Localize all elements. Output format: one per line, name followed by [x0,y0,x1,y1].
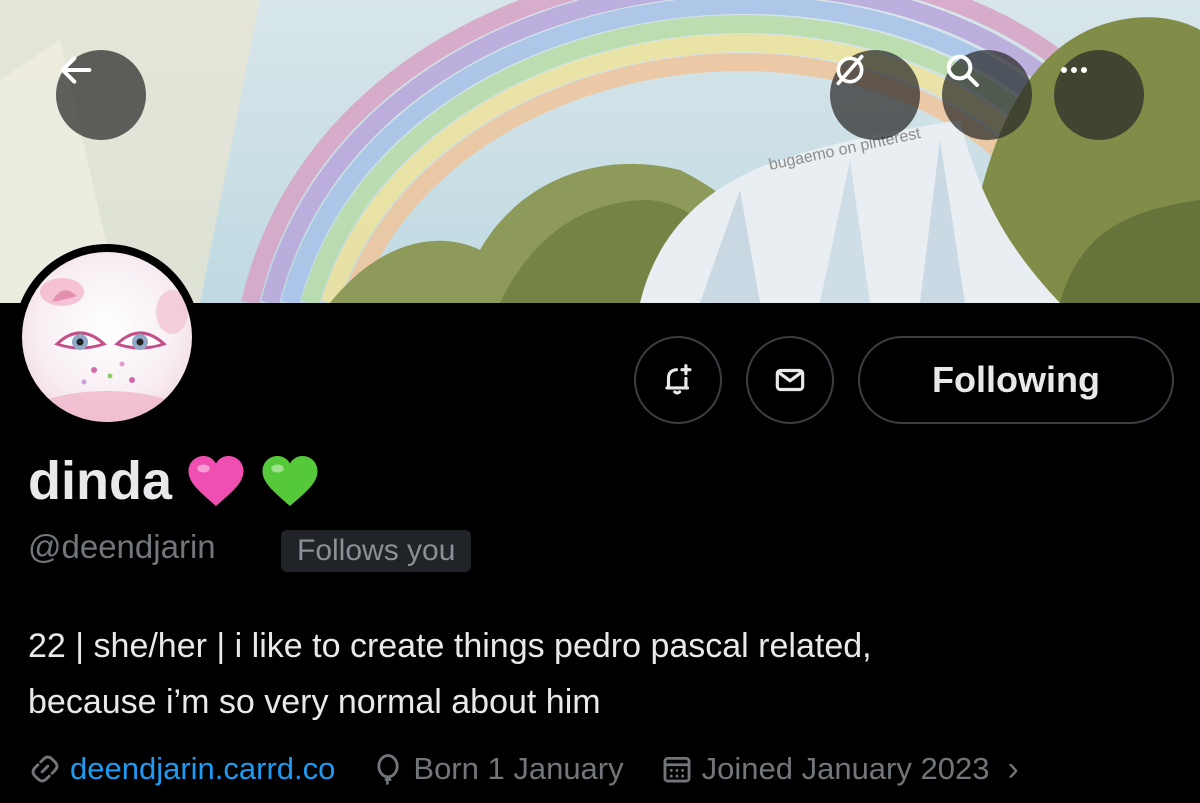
balloon-icon [377,754,400,786]
notify-button[interactable] [634,336,722,424]
bio-line: 22 | she/her | i like to create things p… [28,627,872,665]
birthday-item: Born 1 January [371,751,624,787]
avatar-image [22,252,192,422]
joined-text: Joined January 2023 [701,751,990,786]
user-handle: @deendjarin [28,528,216,565]
following-button[interactable]: Following [858,336,1174,424]
bell-plus-icon [665,364,692,395]
bio: 22 | she/her | i like to create things p… [28,618,1168,730]
arrow-left-icon [60,56,92,84]
chevron-right-icon: › [1007,749,1019,788]
translate-button[interactable] [830,50,920,140]
display-name-row: dinda [28,448,320,514]
calendar-icon [663,756,691,783]
pink-heart-icon [188,456,244,506]
joined-item[interactable]: Joined January 2023 › [660,750,1019,789]
website-item[interactable]: deendjarin.carrd.co [28,751,335,787]
green-heart-icon [262,456,318,506]
link-icon [31,755,59,783]
envelope-icon [775,368,805,392]
follows-you-badge: Follows you [281,530,472,572]
back-button[interactable] [56,50,146,140]
search-button[interactable] [942,50,1032,140]
search-icon [946,54,979,87]
profile-meta: deendjarin.carrd.co Born 1 January Joine… [28,744,1055,794]
message-button[interactable] [746,336,834,424]
website-link[interactable]: deendjarin.carrd.co [70,751,335,787]
bio-line: because i’m so very normal about him [28,683,601,721]
more-button[interactable] [1054,50,1144,140]
profile-banner[interactable]: bugaemo on pinterest [0,0,1200,303]
birthday-text: Born 1 January [413,751,624,786]
avatar[interactable] [14,244,200,430]
banner-painting: bugaemo on pinterest [0,0,1200,303]
more-horizontal-icon [1061,67,1087,73]
slashed-globe-icon [836,54,864,86]
display-name: dinda [28,451,172,511]
